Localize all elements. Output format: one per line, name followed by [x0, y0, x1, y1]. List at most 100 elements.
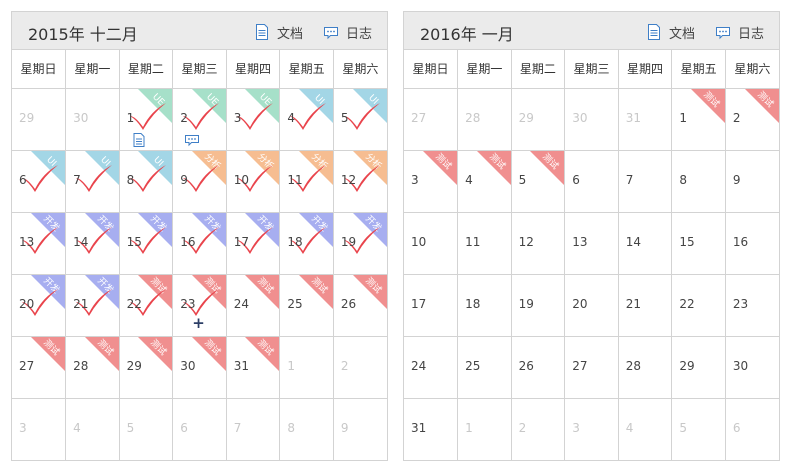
day-cell[interactable]: 24 测试 [225, 273, 281, 337]
day-cell[interactable]: 7 UI [65, 149, 120, 213]
day-cell[interactable]: 4 UI [279, 87, 334, 151]
day-cell[interactable]: 29 [12, 87, 67, 151]
day-cell[interactable]: 10 [404, 211, 459, 275]
day-cell[interactable]: 26 [510, 335, 566, 399]
day-cell[interactable]: 17 开发 [225, 211, 281, 275]
day-cell[interactable]: 14 [617, 211, 673, 275]
day-cell[interactable]: 25 测试 [279, 273, 334, 337]
day-cell[interactable]: 16 [724, 211, 779, 275]
day-cell[interactable]: 6 [172, 397, 227, 460]
document-link[interactable]: 文档 [647, 23, 695, 42]
day-cell[interactable]: 30 测试 [172, 335, 227, 399]
day-cell[interactable]: 29 [510, 87, 566, 151]
day-cell[interactable]: 28 测试 [65, 335, 120, 399]
day-cell[interactable]: 3 [12, 397, 67, 460]
day-number: 15 [126, 234, 142, 249]
day-cell[interactable]: 18 [457, 273, 512, 337]
day-number: 5 [679, 420, 687, 435]
day-cell[interactable]: 6 UI [12, 149, 67, 213]
day-cell[interactable]: 27 [564, 335, 619, 399]
day-cell[interactable]: 6 [724, 397, 779, 460]
day-cell[interactable]: 3 [564, 397, 619, 460]
day-cell[interactable]: 2 [510, 397, 566, 460]
day-cell[interactable]: 29 [671, 335, 726, 399]
day-cell[interactable]: 30 [564, 87, 619, 151]
document-link[interactable]: 文档 [255, 23, 303, 42]
day-number: 23 [180, 296, 196, 311]
day-cell[interactable]: 28 [617, 335, 673, 399]
day-cell[interactable]: 1 [457, 397, 512, 460]
plus-icon[interactable]: + [192, 314, 205, 332]
day-cell[interactable]: 26 测试 [332, 273, 387, 337]
day-cell[interactable]: 5 测试 [510, 149, 566, 213]
day-cell[interactable]: 8 UI [118, 149, 174, 213]
document-icon[interactable] [132, 132, 146, 147]
day-cell[interactable]: 31 测试 [225, 335, 281, 399]
day-cell[interactable]: 19 [510, 273, 566, 337]
chat-bubble-icon[interactable] [185, 133, 200, 147]
day-cell[interactable]: 14 开发 [65, 211, 120, 275]
day-cell[interactable]: 18 开发 [279, 211, 334, 275]
day-cell[interactable]: 30 [65, 87, 120, 151]
day-cell[interactable]: 27 测试 [12, 335, 67, 399]
day-cell[interactable]: 12 [510, 211, 566, 275]
day-cell[interactable]: 2 UE [172, 87, 227, 151]
day-cell[interactable]: 9 [332, 397, 387, 460]
day-cell[interactable]: 17 [404, 273, 459, 337]
day-cell[interactable]: 5 [671, 397, 726, 460]
day-cell[interactable]: 11 分析 [279, 149, 334, 213]
day-cell[interactable]: 15 [671, 211, 726, 275]
day-cell[interactable]: 9 [724, 149, 779, 213]
day-cell[interactable]: 5 UI [332, 87, 387, 151]
day-cell[interactable]: 2 测试 [724, 87, 779, 151]
day-cell[interactable]: 31 [404, 397, 459, 460]
day-cell[interactable]: 3 UE [225, 87, 281, 151]
day-cell[interactable]: 3 测试 [404, 149, 459, 213]
day-cell[interactable]: 29 测试 [118, 335, 174, 399]
day-cell[interactable]: 1 UE [118, 87, 174, 151]
day-cell[interactable]: 16 开发 [172, 211, 227, 275]
day-cell[interactable]: 9 分析 [172, 149, 227, 213]
day-cell[interactable]: 23 [724, 273, 779, 337]
day-cell[interactable]: 24 [404, 335, 459, 399]
log-link[interactable]: 日志 [715, 23, 764, 42]
day-cell[interactable]: 4 测试 [457, 149, 512, 213]
day-cell[interactable]: 13 [564, 211, 619, 275]
day-cell[interactable]: 5 [118, 397, 174, 460]
day-cell[interactable]: 8 [279, 397, 334, 460]
day-cell[interactable]: 21 [617, 273, 673, 337]
day-cell[interactable]: 23 测试 + [172, 273, 227, 337]
day-cell[interactable]: 27 [404, 87, 459, 151]
day-cell[interactable]: 1 测试 [671, 87, 726, 151]
day-cell[interactable]: 10 分析 [225, 149, 281, 213]
day-cell[interactable]: 30 [724, 335, 779, 399]
day-cell[interactable]: 2 [332, 335, 387, 399]
day-cell[interactable]: 19 开发 [332, 211, 387, 275]
day-cell[interactable]: 11 [457, 211, 512, 275]
day-number: 1 [465, 420, 473, 435]
day-number: 2 [180, 110, 188, 125]
day-cell[interactable]: 13 开发 [12, 211, 67, 275]
log-link[interactable]: 日志 [323, 23, 372, 42]
day-cell[interactable]: 6 [564, 149, 619, 213]
day-cell[interactable]: 28 [457, 87, 512, 151]
day-cell[interactable]: 4 [617, 397, 673, 460]
day-cell[interactable]: 7 [617, 149, 673, 213]
week-row: 17 18 19 20 21 22 23 [404, 273, 779, 337]
day-cell[interactable]: 15 开发 [118, 211, 174, 275]
day-cell[interactable]: 31 [617, 87, 673, 151]
day-cell[interactable]: 12 分析 [332, 149, 387, 213]
day-cell[interactable]: 1 [279, 335, 334, 399]
day-cell[interactable]: 20 开发 [12, 273, 67, 337]
day-number: 8 [287, 420, 295, 435]
day-cell[interactable]: 20 [564, 273, 619, 337]
day-cell[interactable]: 4 [65, 397, 120, 460]
day-cell[interactable]: 25 [457, 335, 512, 399]
day-cell[interactable]: 7 [225, 397, 281, 460]
day-cell[interactable]: 22 [671, 273, 726, 337]
day-number: 7 [625, 172, 634, 187]
day-cell[interactable]: 8 [671, 149, 726, 213]
day-cell[interactable]: 22 测试 [118, 273, 174, 337]
day-number: 20 [572, 296, 588, 311]
day-cell[interactable]: 21 开发 [65, 273, 120, 337]
